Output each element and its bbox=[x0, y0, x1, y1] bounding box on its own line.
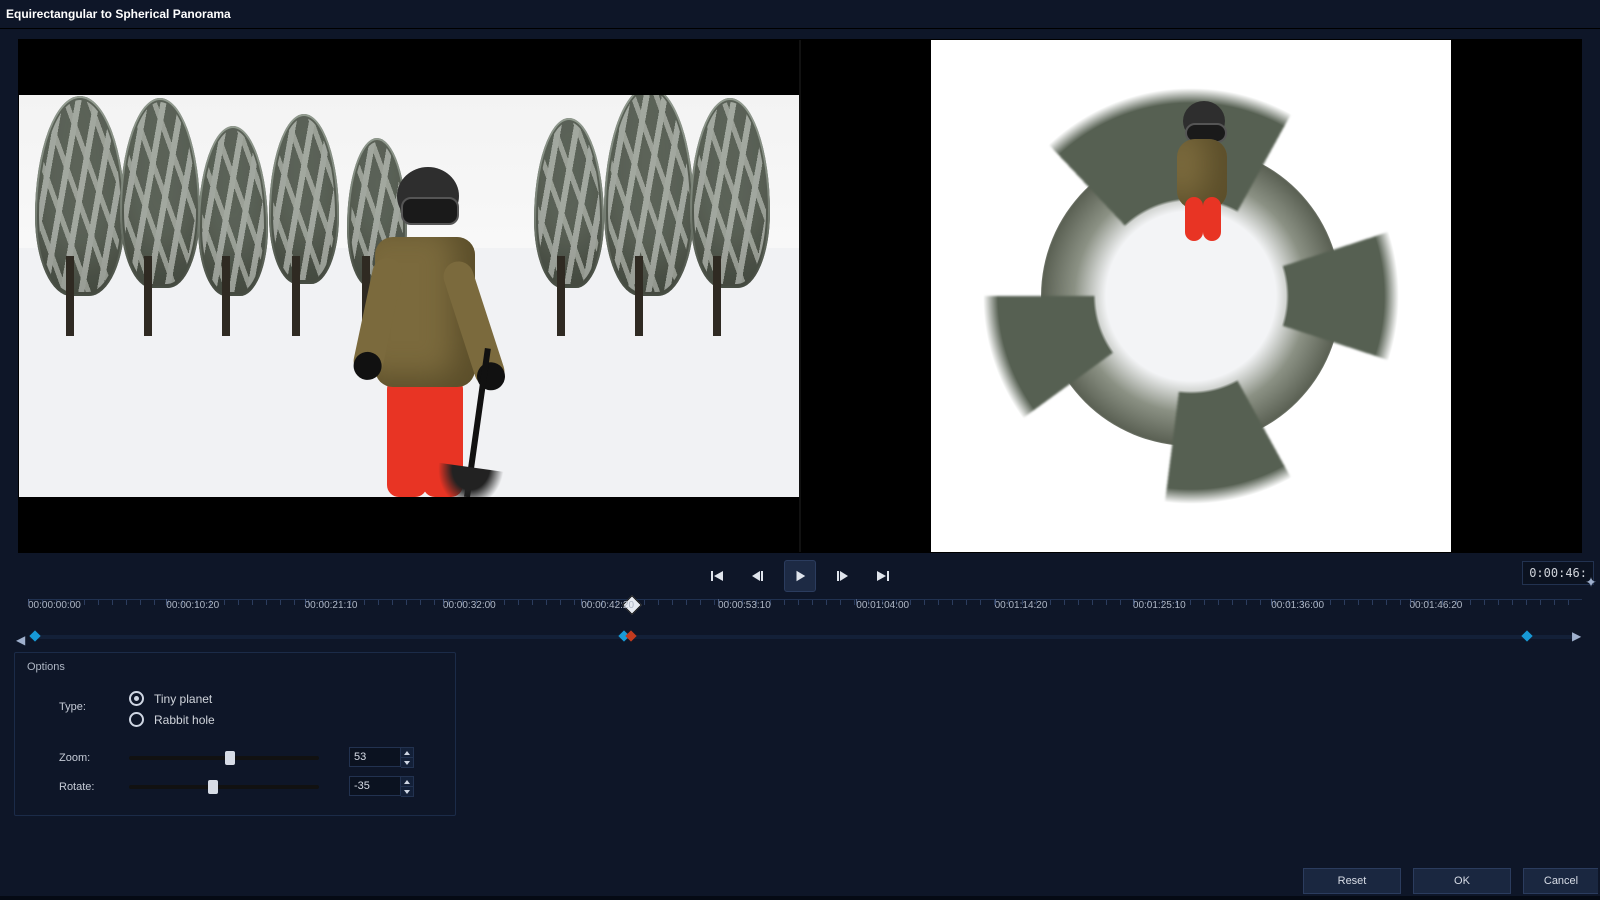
zoom-slider[interactable] bbox=[129, 756, 319, 760]
output-preview[interactable] bbox=[799, 40, 1581, 552]
keyframe-track[interactable] bbox=[30, 635, 1576, 639]
add-keyframe-button[interactable]: ✦ bbox=[1584, 575, 1598, 589]
radio-dot-icon bbox=[129, 691, 144, 706]
window-title: Equirectangular to Spherical Panorama bbox=[0, 0, 1600, 29]
timeline-tick: 00:00:10:20 bbox=[166, 600, 219, 611]
type-label: Type: bbox=[15, 685, 129, 713]
type-radio-tiny_planet[interactable]: Tiny planet bbox=[129, 691, 215, 706]
timeline-ruler[interactable]: 00:00:00:00 00:00:10:20 00:00:21:10 00:00:3… bbox=[28, 599, 1582, 630]
preview-area bbox=[18, 39, 1582, 553]
radio-dot-icon bbox=[129, 712, 144, 727]
timeline-tick: 00:01:25:10 bbox=[1133, 600, 1186, 611]
zoom-label: Zoom: bbox=[15, 752, 129, 764]
keyframe-marker[interactable] bbox=[1521, 630, 1532, 641]
keyframe-marker[interactable] bbox=[626, 630, 637, 641]
rotate-step-down[interactable] bbox=[401, 786, 413, 796]
zoom-slider-thumb[interactable] bbox=[225, 751, 235, 765]
zoom-step-down[interactable] bbox=[401, 757, 413, 767]
timeline-tick: 00:00:53:10 bbox=[718, 600, 771, 611]
timeline-tick: 00:00:21:10 bbox=[305, 600, 358, 611]
rotate-input[interactable] bbox=[349, 776, 401, 796]
timeline-tick: 00:01:46:20 bbox=[1410, 600, 1463, 611]
reset-button[interactable]: Reset bbox=[1303, 868, 1401, 894]
timeline-tick: 00:00:00:00 bbox=[28, 600, 81, 611]
timeline-tick: 00:01:36:00 bbox=[1271, 600, 1324, 611]
radio-label: Tiny planet bbox=[154, 692, 212, 706]
play-button[interactable] bbox=[784, 560, 816, 592]
transport-bar: 0:00:46: bbox=[0, 553, 1600, 599]
source-preview[interactable] bbox=[19, 40, 799, 552]
keyframe-marker[interactable] bbox=[29, 630, 40, 641]
rotate-step-up[interactable] bbox=[401, 777, 413, 786]
zoom-step-up[interactable] bbox=[401, 748, 413, 757]
rotate-slider[interactable] bbox=[129, 785, 319, 789]
cancel-button[interactable]: Cancel bbox=[1523, 868, 1598, 894]
step-forward-button[interactable] bbox=[830, 563, 856, 589]
rotate-slider-thumb[interactable] bbox=[208, 780, 218, 794]
timeline-tick: 00:01:04:00 bbox=[856, 600, 909, 611]
type-radio-rabbit_hole[interactable]: Rabbit hole bbox=[129, 712, 215, 727]
zoom-input[interactable] bbox=[349, 747, 401, 767]
go-start-button[interactable] bbox=[704, 563, 730, 589]
rotate-label: Rotate: bbox=[15, 781, 129, 793]
step-back-button[interactable] bbox=[744, 563, 770, 589]
timeline-tick: 00:01:14:20 bbox=[995, 600, 1048, 611]
go-end-button[interactable] bbox=[870, 563, 896, 589]
prev-keyframe-button[interactable]: ◀ bbox=[16, 633, 24, 641]
timeline-tick: 00:00:42:20 bbox=[581, 600, 634, 611]
ok-button[interactable]: OK bbox=[1413, 868, 1511, 894]
keyframe-bar: ◀ ▶ bbox=[16, 630, 1582, 644]
next-keyframe-button[interactable]: ▶ bbox=[1572, 629, 1580, 637]
options-panel: Options Type: Tiny planet Rabbit hole Zoo… bbox=[14, 652, 456, 816]
dialog-footer: Reset OK Cancel bbox=[1303, 868, 1600, 894]
timeline-tick: 00:00:32:00 bbox=[443, 600, 496, 611]
options-title: Options bbox=[15, 653, 455, 681]
radio-label: Rabbit hole bbox=[154, 713, 215, 727]
